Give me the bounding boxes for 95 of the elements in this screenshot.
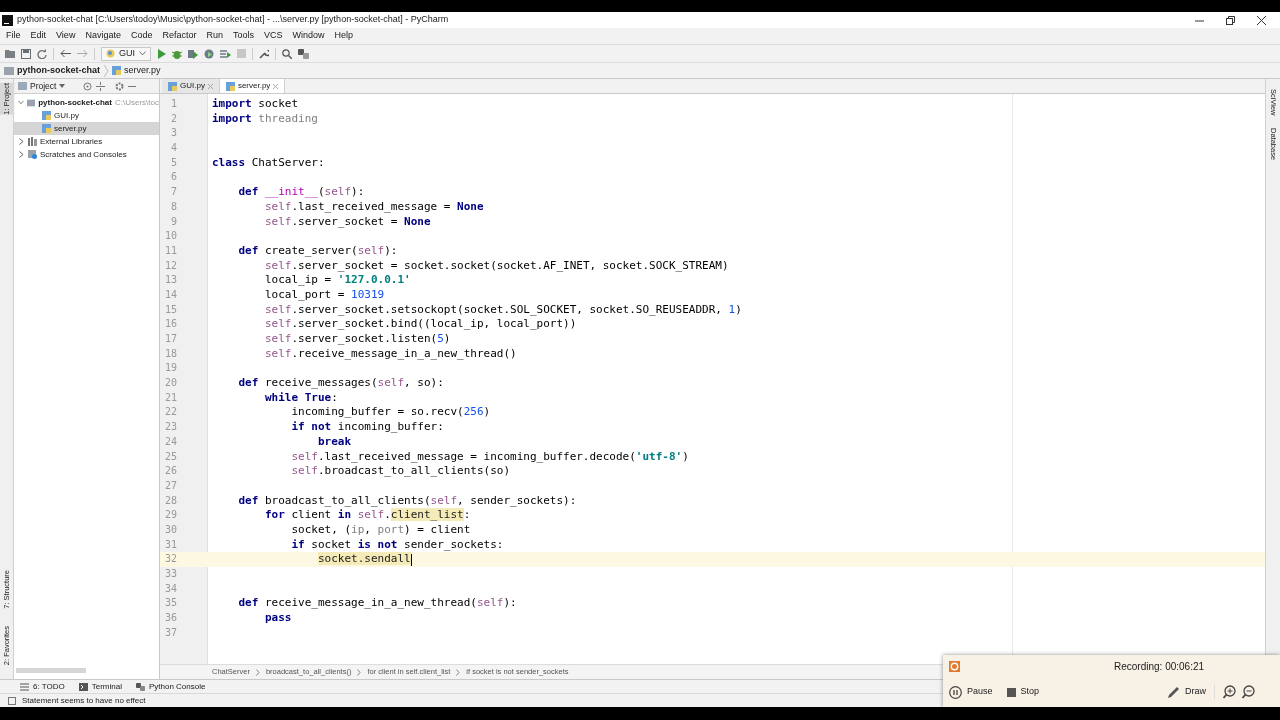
menu-item[interactable]: Help (330, 29, 358, 43)
line-number: 20 (164, 377, 177, 389)
menu-item[interactable]: Code (126, 29, 157, 43)
code-line: if socket is not sender_sockets: (290, 537, 504, 553)
line-number: 3 (170, 127, 177, 139)
tree-item[interactable]: GUI.py (14, 109, 159, 122)
line-number: 7 (170, 186, 177, 198)
line-number: 35 (164, 597, 177, 609)
menu-item[interactable]: View (52, 29, 80, 43)
menu-item[interactable]: Window (288, 29, 329, 43)
line-number: 10 (164, 230, 177, 242)
code-line: def broadcast_to_all_clients(self, sender_sockets): (237, 493, 577, 509)
code-line: pass (263, 611, 292, 626)
stop-button[interactable]: Stop (1006, 685, 1040, 699)
code-line: for client in self.client_list: (263, 508, 471, 523)
code-line: local_port = 10319 (263, 287, 385, 303)
code-line: self.receive_message_in_a_new_thread() (263, 346, 517, 362)
pause-button[interactable]: Pause (949, 685, 993, 699)
code-line: self.broadcast_to_all_clients(so) (290, 464, 511, 479)
menu-item[interactable]: File (2, 29, 25, 43)
line-number: 12 (164, 259, 177, 271)
tool-window-button[interactable]: Python Console (135, 680, 206, 693)
code-line: def receive_message_in_a_new_thread(self): (237, 596, 517, 612)
line-number: 16 (164, 318, 177, 330)
menu-item[interactable]: Navigate (81, 29, 125, 43)
line-number: 9 (170, 215, 177, 227)
line-number: 5 (170, 156, 177, 168)
menu-item[interactable]: Tools (228, 29, 258, 43)
code-line: self.server_socket = None (263, 214, 431, 230)
line-number: 29 (164, 509, 177, 521)
tree-item[interactable]: server.py (14, 122, 159, 135)
code-line: def __init__(self): (237, 185, 365, 200)
editor-tab[interactable]: server.py (219, 79, 286, 93)
draw-button[interactable]: Draw (1167, 685, 1207, 699)
line-number: 18 (164, 347, 177, 359)
code-line: incoming_buffer = so.recv(256) (290, 405, 491, 421)
recording-timer: Recording: 00:06:21 (1114, 659, 1205, 674)
window-title: python-socket-chat [C:\Users\todoy\Music\python-socket-chat] - ...\server.py [python-socket-chat] - PyCharm (17, 13, 449, 27)
line-number: 30 (164, 523, 177, 535)
menu-item[interactable]: VCS (260, 29, 287, 43)
code-line: import socket (212, 97, 299, 112)
code-line: self.server_socket.bind((local_ip, local_port)) (263, 317, 577, 332)
breadcrumb-item[interactable]: python-socket-chat (17, 63, 100, 78)
code-line: break (316, 434, 352, 450)
code-line: self.server_socket.listen(5) (263, 332, 451, 347)
code-line: socket, (ip, port) = client (290, 522, 471, 538)
line-number: 27 (164, 479, 177, 491)
code-line: self.last_received_message = incoming_buffer.decode('utf-8') (290, 449, 689, 465)
line-number: 33 (164, 568, 177, 579)
code-line: while True: (263, 390, 338, 406)
line-number: 34 (164, 582, 177, 594)
line-number: 28 (164, 494, 177, 506)
line-number: 36 (164, 612, 177, 624)
line-number: 14 (164, 288, 177, 300)
code-line: local_ip = '127.0.0.1' (263, 273, 411, 288)
line-number: 25 (164, 450, 177, 462)
tool-window-button[interactable]: 6: TODO (20, 680, 65, 693)
code-line: self.server_socket = socket.socket(socket.AF_INET, socket.SOCK_STREAM) (263, 258, 729, 274)
code-line: def create_server(self): (237, 243, 398, 259)
code-line: if not incoming_buffer: (290, 420, 444, 435)
line-number: 8 (170, 200, 177, 212)
menu-item[interactable]: Run (202, 29, 227, 43)
line-number: 37 (164, 626, 177, 638)
line-number: 32 (164, 553, 177, 565)
code-line: class ChatServer: (212, 155, 325, 171)
run-configuration-dropdown[interactable]: GUI (101, 46, 151, 61)
menu-item[interactable]: Refactor (158, 29, 201, 43)
line-number: 26 (164, 465, 177, 477)
line-number: 19 (164, 362, 177, 374)
tree-item[interactable]: Scratches and Consoles (14, 148, 159, 161)
line-number: 31 (164, 538, 177, 550)
line-number: 21 (164, 391, 177, 403)
line-number: 17 (164, 333, 177, 344)
line-number: 24 (164, 435, 177, 447)
editor-tab[interactable]: GUI.py (162, 79, 220, 93)
code-line: def receive_messages(self, so): (237, 376, 444, 391)
code-line: self.last_received_message = None (263, 199, 484, 215)
code-line: import threading (212, 111, 318, 127)
line-number: 11 (164, 244, 177, 256)
code-line: self.server_socket.setsockopt(socket.SOL_SOCKET, socket.SO_REUSEADDR, 1) (263, 302, 742, 318)
tree-item[interactable]: External Libraries (14, 135, 159, 148)
tool-window-button[interactable]: Terminal (78, 680, 122, 693)
tree-item[interactable]: python-socket-chat C:\Users\toc (14, 96, 159, 109)
status-message: Statement seems to have no effect (22, 694, 146, 707)
path-label: C:\Users\toc (115, 96, 159, 109)
line-number: 15 (164, 303, 177, 315)
breadcrumb-item[interactable]: server.py (124, 63, 161, 78)
line-number: 13 (164, 274, 177, 286)
menu-item[interactable]: Edit (26, 29, 51, 43)
line-number: 23 (164, 421, 177, 433)
line-number: 4 (170, 142, 177, 154)
line-number: 6 (170, 171, 177, 183)
line-number: 1 (170, 98, 177, 109)
line-number: 2 (170, 112, 177, 124)
line-number: 22 (164, 406, 177, 418)
